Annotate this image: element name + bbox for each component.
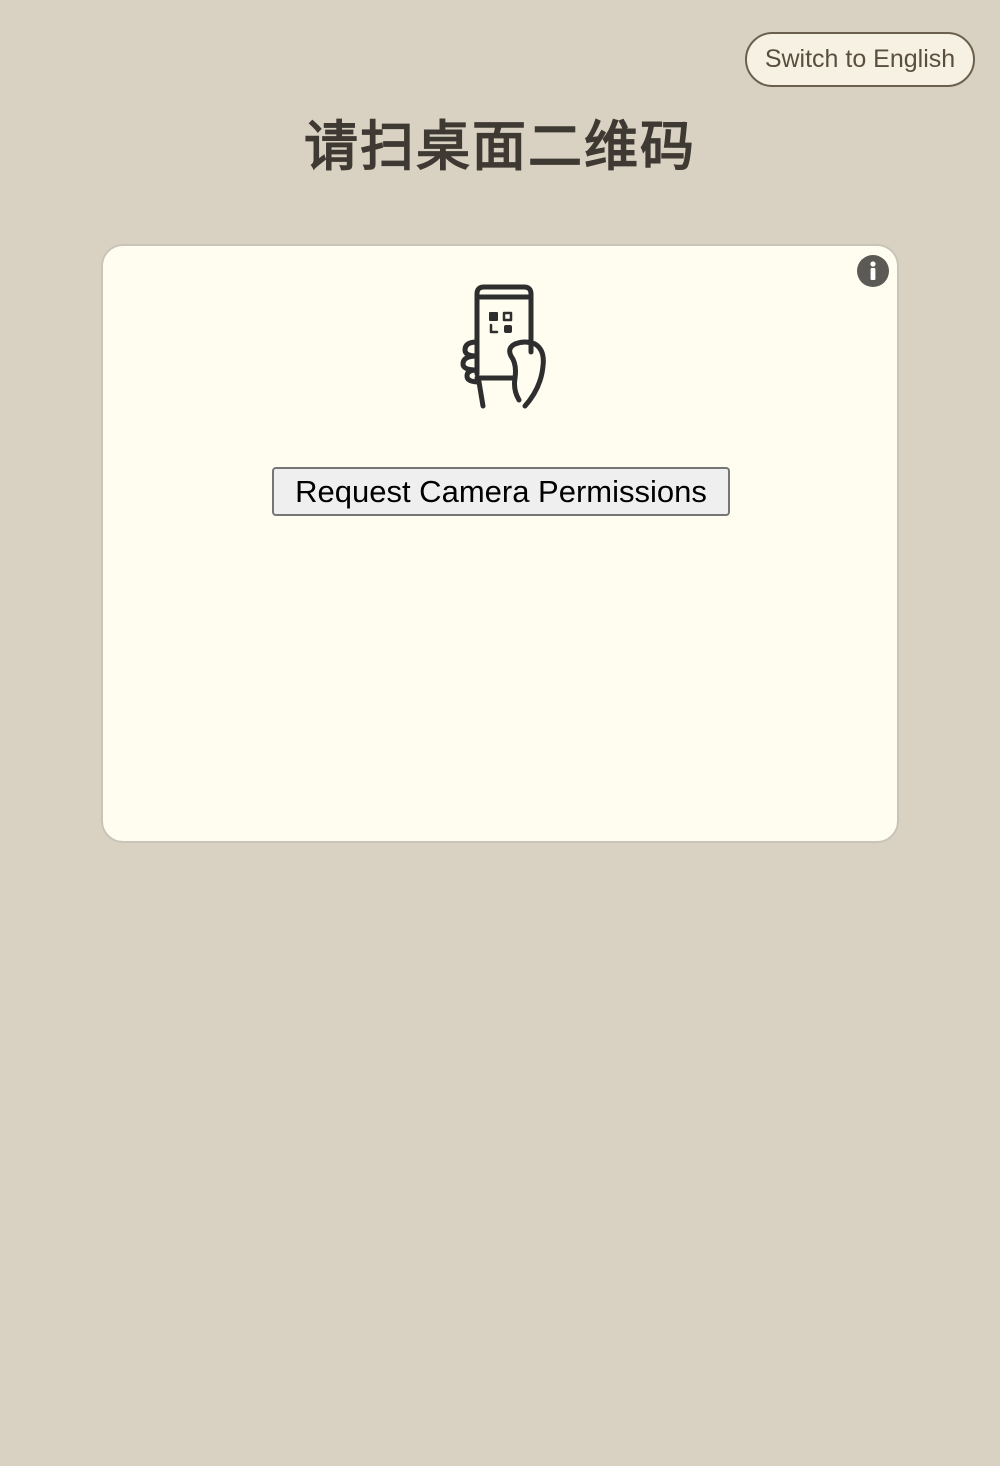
- scanner-card: Request Camera Permissions: [101, 244, 899, 843]
- request-camera-permissions-button[interactable]: Request Camera Permissions: [272, 467, 730, 516]
- info-icon[interactable]: [857, 255, 889, 287]
- phone-scan-qr-icon: [453, 282, 549, 414]
- page-title: 请扫桌面二维码: [304, 115, 696, 178]
- switch-language-button[interactable]: Switch to English: [745, 32, 975, 87]
